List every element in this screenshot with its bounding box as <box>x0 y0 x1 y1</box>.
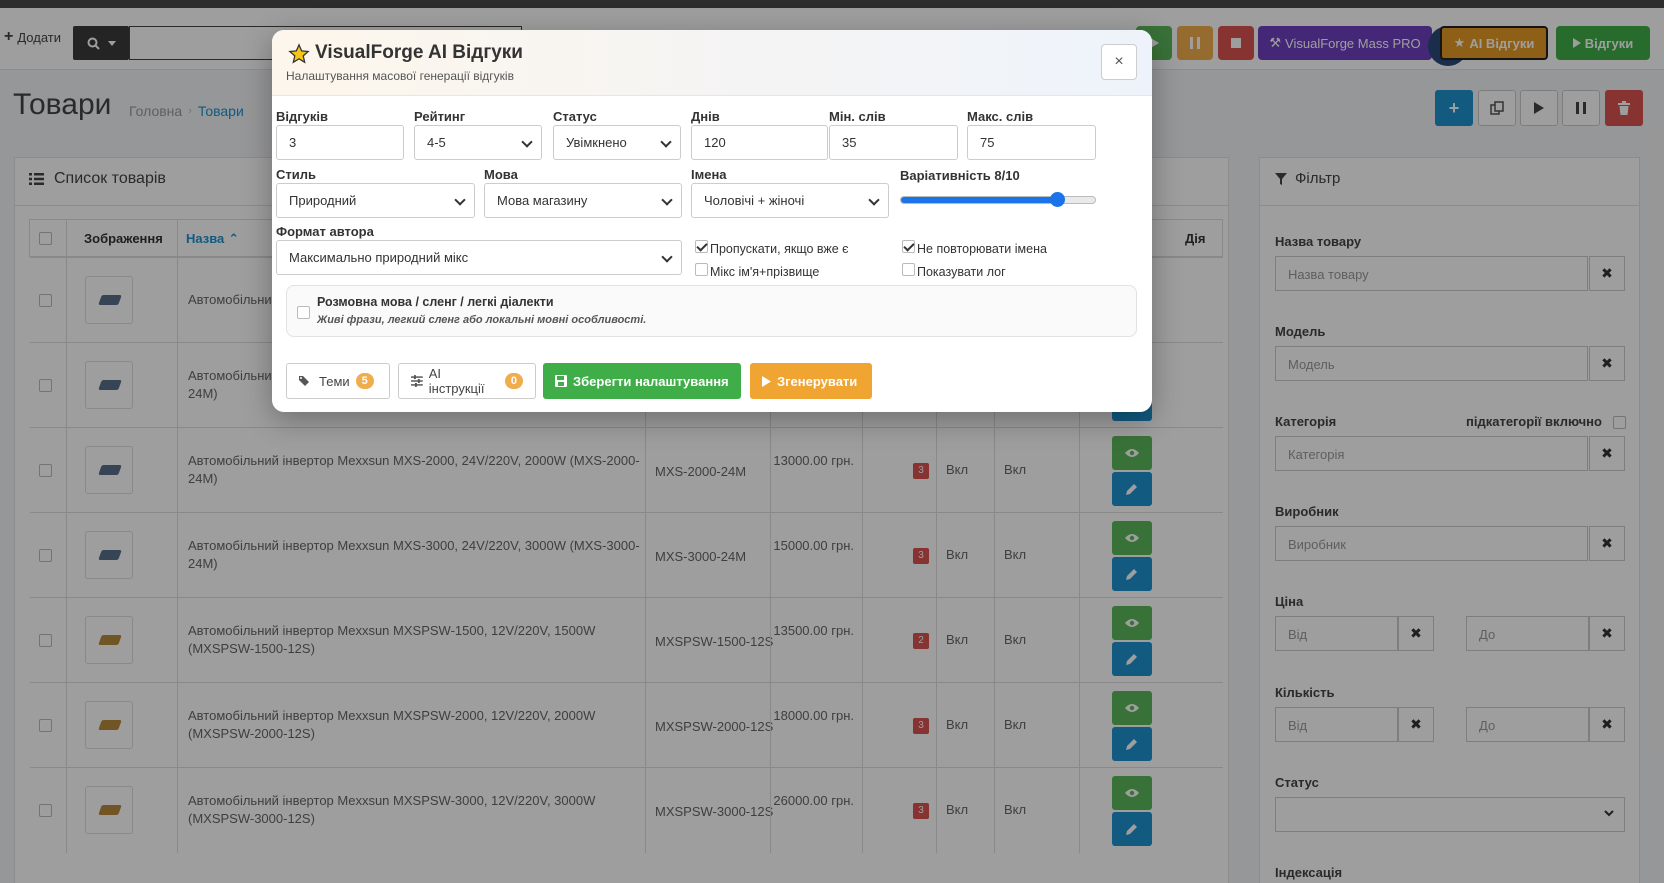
ai-instructions-button[interactable]: AI інструкції 0 <box>398 363 536 399</box>
style-label: Стиль <box>276 167 316 182</box>
language-label: Мова <box>484 167 518 182</box>
play-icon <box>762 375 771 387</box>
show-log-checkbox[interactable] <box>902 263 915 276</box>
names-select[interactable]: Чоловічі + жіночі <box>691 183 889 218</box>
slang-checkbox[interactable] <box>297 306 310 319</box>
style-select[interactable]: Природний <box>276 183 475 218</box>
reviews-count-input[interactable]: 3 <box>276 125 404 160</box>
skip-existing-label: Пропускати, якщо вже є <box>710 242 849 256</box>
min-words-label: Мін. слів <box>829 109 886 124</box>
language-select[interactable]: Мова магазину <box>484 183 682 218</box>
author-format-select[interactable]: Максимально природний мікс <box>276 240 682 275</box>
show-log-label: Показувати лог <box>917 265 1006 279</box>
max-words-label: Макс. слів <box>967 109 1034 124</box>
rating-select[interactable]: 4-5 <box>414 125 542 160</box>
themes-count-badge: 5 <box>355 373 374 389</box>
slang-title: Розмовна мова / сленг / легкі діалекти <box>317 295 554 309</box>
tags-icon <box>299 376 309 386</box>
mix-name-surname-checkbox[interactable] <box>695 263 708 276</box>
sliders-icon <box>411 375 423 387</box>
status-select[interactable]: Увімкнено <box>553 125 681 160</box>
slang-description: Живі фрази, легкий сленг або локальні мо… <box>317 314 647 326</box>
days-label: Днів <box>691 109 720 124</box>
close-button[interactable]: × <box>1101 44 1137 80</box>
slang-option-box[interactable]: Розмовна мова / сленг / легкі діалекти Ж… <box>286 285 1137 337</box>
skip-existing-checkbox[interactable] <box>695 240 708 253</box>
star-icon <box>288 43 310 64</box>
ai-instructions-count-badge: 0 <box>504 373 523 389</box>
close-icon: × <box>1114 53 1124 70</box>
modal-header: VisualForge AI Відгуки Налаштування масо… <box>272 30 1152 96</box>
themes-button[interactable]: Теми 5 <box>286 363 390 399</box>
days-input[interactable]: 120 <box>691 125 828 160</box>
no-repeat-names-label: Не повторювати імена <box>917 242 1047 256</box>
ai-reviews-modal: VisualForge AI Відгуки Налаштування масо… <box>272 30 1152 412</box>
no-repeat-names-checkbox[interactable] <box>902 240 915 253</box>
floppy-icon <box>555 375 567 387</box>
mix-name-surname-label: Мікс ім'я+прізвище <box>710 265 820 279</box>
variability-slider-thumb[interactable] <box>1049 192 1065 207</box>
modal-subtitle: Налаштування масової генерації відгуків <box>286 69 514 83</box>
max-words-input[interactable]: 75 <box>967 125 1096 160</box>
names-label: Імена <box>691 167 727 182</box>
modal-title: VisualForge AI Відгуки <box>315 42 523 63</box>
variability-label: Варіативність 8/10 <box>900 168 1020 183</box>
variability-slider-fill <box>901 197 1058 203</box>
author-format-label: Формат автора <box>276 224 374 239</box>
generate-button[interactable]: Згенерувати <box>750 363 872 399</box>
rating-label: Рейтинг <box>414 109 466 124</box>
min-words-input[interactable]: 35 <box>829 125 958 160</box>
status-label: Статус <box>553 109 597 124</box>
save-settings-button[interactable]: Зберегти налаштування <box>543 363 741 399</box>
variability-slider[interactable] <box>900 192 1096 207</box>
reviews-count-label: Відгуків <box>276 109 329 124</box>
